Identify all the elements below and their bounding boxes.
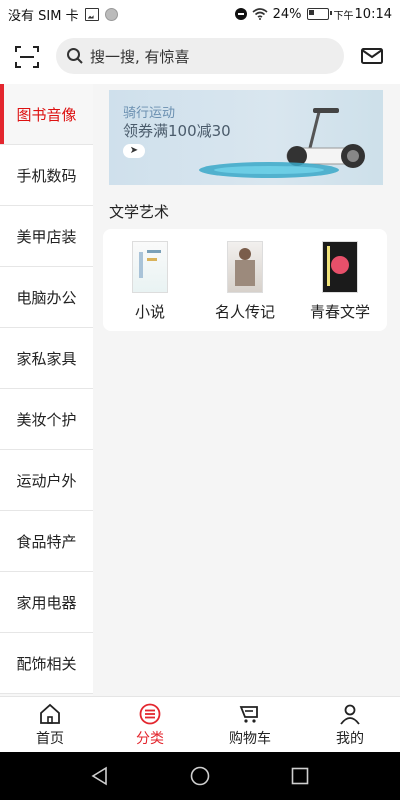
sidebar-item-appliances[interactable]: 家用电器 [0,572,93,633]
sidebar-item-furniture[interactable]: 家私家具 [0,328,93,389]
notification-dot-icon [104,7,118,21]
nav-home[interactable]: 首页 [0,697,100,753]
sidebar-item-label: 配饰相关 [16,654,77,673]
sidebar-item-digital[interactable]: 手机数码 [0,145,93,206]
sidebar-item-sports[interactable]: 运动户外 [0,450,93,511]
sidebar-item-computer-office[interactable]: 电脑办公 [0,267,93,328]
sidebar-item-label: 手机数码 [16,166,77,185]
book-cover-biography-icon [227,241,263,293]
nav-label: 分类 [136,731,164,747]
balance-scooter-image [199,108,365,178]
sidebar-item-label: 食品特产 [16,532,77,551]
sidebar-item-label: 美甲店装 [16,227,77,246]
message-icon[interactable] [360,44,384,68]
cart-icon [239,706,258,723]
bottom-nav: 首页 分类 购物车 我的 [0,696,400,753]
sidebar-item-label: 电脑办公 [16,288,77,307]
sidebar-item-books[interactable]: 图书音像 [0,84,93,145]
image-notification-icon [84,7,99,21]
search-icon [67,48,83,64]
back-icon[interactable] [90,766,110,786]
status-bar: 没有 SIM 卡 24% 下午 10:14 [0,0,400,28]
home-circle-icon[interactable] [190,766,210,786]
recents-icon[interactable] [290,766,310,786]
sidebar-item-beauty[interactable]: 美妆个护 [0,389,93,450]
category-icon [139,703,161,725]
do-not-disturb-icon [234,8,247,20]
nav-label: 购物车 [229,731,271,747]
nav-profile[interactable]: 我的 [300,697,400,753]
category-item-novel[interactable]: 小说 [105,241,195,327]
nav-category[interactable]: 分类 [100,697,200,753]
category-label: 小说 [134,303,165,321]
sidebar-item-accessories[interactable]: 配饰相关 [0,633,93,694]
section-title: 文学艺术 [109,203,170,221]
nav-label: 首页 [36,731,64,747]
sidebar-item-label: 图书音像 [16,105,77,124]
nav-cart[interactable]: 购物车 [200,697,300,753]
wifi-icon [252,8,268,20]
category-item-biography[interactable]: 名人传记 [200,241,290,327]
category-label: 青春文学 [309,303,370,321]
nav-label: 我的 [336,731,364,747]
category-item-youth-literature[interactable]: 青春文学 [295,241,385,327]
sidebar-item-food[interactable]: 食品特产 [0,511,93,572]
book-cover-novel-icon [132,241,168,293]
category-content: 骑行运动 领券满100减30 ➤ 文学艺术 小说 名人传记 青春文学 [93,84,400,696]
search-placeholder: 搜一搜, 有惊喜 [90,47,190,66]
user-icon [340,704,360,725]
clock: 10:14 [354,6,392,22]
promo-banner[interactable]: 骑行运动 领券满100减30 ➤ [109,90,383,185]
category-sidebar: 图书音像 手机数码 美甲店装 电脑办公 家私家具 美妆个护 运动户外 食品特产 … [0,84,93,696]
sidebar-item-label: 家用电器 [16,593,77,612]
battery-icon [306,8,332,20]
sidebar-item-nail-shop[interactable]: 美甲店装 [0,206,93,267]
top-header: 搜一搜, 有惊喜 [0,28,400,84]
search-bar[interactable]: 搜一搜, 有惊喜 [56,38,344,74]
carrier-text: 没有 SIM 卡 [8,8,79,24]
category-label: 名人传记 [214,303,275,321]
battery-percent: 24% [272,6,302,22]
book-cover-youth-icon [322,241,358,293]
sidebar-item-label: 家私家具 [16,349,77,368]
sidebar-item-label: 运动户外 [16,471,77,490]
system-nav-bar [0,752,400,800]
home-icon [40,703,60,724]
sidebar-item-label: 美妆个护 [16,410,77,429]
category-card: 小说 名人传记 青春文学 [103,229,387,331]
scan-icon[interactable] [14,44,40,70]
time-prefix: 下午 [333,10,354,22]
